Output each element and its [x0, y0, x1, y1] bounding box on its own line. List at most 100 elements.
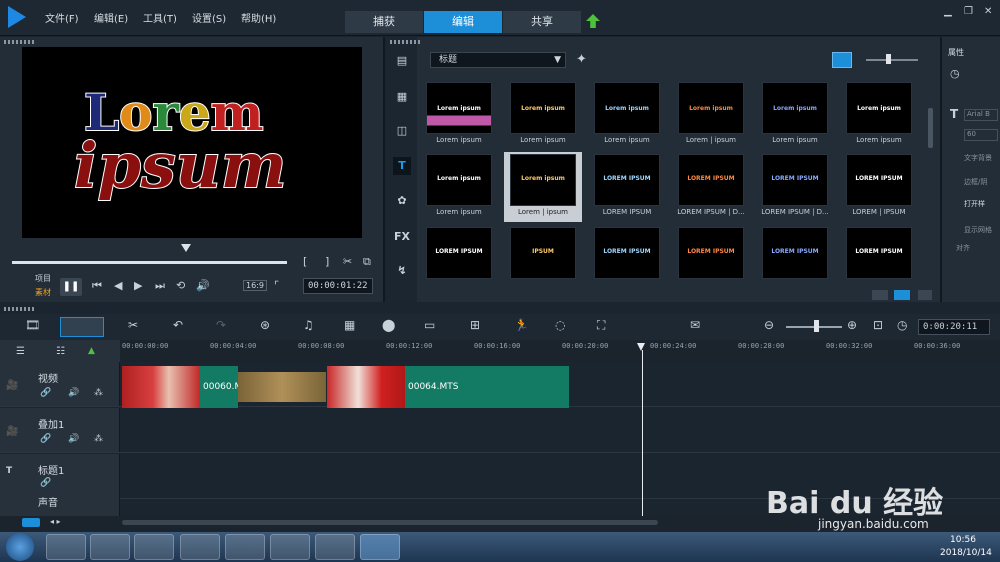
storyboard-view-icon[interactable]: 🎞 [25, 318, 40, 332]
record-capture-icon[interactable]: ⊛ [260, 318, 270, 332]
fit-project-icon[interactable]: ⊡ [873, 318, 883, 332]
multi-camera-icon[interactable]: ⊞ [470, 318, 480, 332]
filter-fx-icon[interactable]: FX [393, 228, 411, 246]
minimize-icon[interactable]: ▁ [944, 6, 952, 17]
track-manager-icon[interactable]: ☰ [16, 346, 25, 357]
library-scrollbar[interactable] [928, 108, 933, 148]
title-preset-thumb[interactable]: Lorem ipsum Lorem ipsum [756, 80, 834, 150]
open-style-option[interactable]: 打开样 [964, 199, 985, 209]
thumb-view-icon[interactable] [832, 52, 852, 68]
title-preset-thumb[interactable]: Lorem ipsum Lorem | ipsum [504, 152, 582, 222]
title-preset-thumb[interactable]: IPSUM [504, 225, 582, 295]
title-preset-thumb[interactable]: Lorem ipsum Lorem ipsum [504, 80, 582, 150]
taskbar-explorer-icon[interactable] [90, 534, 130, 560]
scrubber-handle[interactable] [181, 244, 191, 252]
panel-grip-icon[interactable] [4, 40, 34, 44]
restore-icon[interactable]: ❐ [964, 6, 973, 17]
menu-tools[interactable]: 工具(T) [143, 10, 177, 25]
motion-tracking-icon[interactable]: ⬤ [382, 318, 395, 332]
toolbar-customize-icon[interactable]: ✂ [128, 318, 138, 332]
pause-button[interactable]: ❚❚ [60, 278, 82, 296]
undo-icon[interactable]: ↶ [173, 318, 183, 332]
motion-path-icon[interactable]: ↯ [393, 262, 411, 280]
menu-help[interactable]: 帮助(H) [241, 10, 276, 25]
title-preset-thumb[interactable]: LOREM IPSUM [756, 225, 834, 295]
mode-project[interactable]: 项目 [35, 273, 51, 284]
sound-mixer-icon[interactable]: ♫ [303, 318, 314, 332]
list-view-icon[interactable] [872, 290, 888, 300]
title-preset-thumb[interactable]: Lorem ipsum Lorem ipsum [420, 80, 498, 150]
taskbar-qq-icon[interactable] [134, 534, 174, 560]
taskbar-media-icon[interactable] [225, 534, 265, 560]
link-icon[interactable]: 🔗 [40, 434, 51, 444]
taskbar-browser-icon[interactable] [46, 534, 86, 560]
mark-in-icon[interactable]: [ [303, 255, 307, 268]
transition-clip[interactable] [238, 372, 326, 402]
zoom-in-icon[interactable]: ⊕ [847, 318, 857, 332]
title-preset-thumb[interactable]: Lorem ipsum Lorem ipsum [840, 80, 918, 150]
transition-icon[interactable]: ◫ [393, 122, 411, 140]
border-shadow-option[interactable]: 边框/阴 [964, 177, 987, 187]
start-button[interactable] [6, 533, 34, 561]
taskbar-record-icon[interactable] [315, 534, 355, 560]
track-volume-icon[interactable]: 🔊 [68, 388, 79, 398]
edit-options-icon[interactable] [918, 290, 932, 300]
duration-icon[interactable]: ◷ [950, 67, 960, 80]
crop-icon[interactable]: ⌜ [274, 279, 279, 292]
add-favorite-icon[interactable]: ✦ [576, 52, 587, 67]
ripple-edit-icon[interactable]: ▲ [88, 346, 95, 356]
menu-settings[interactable]: 设置(S) [192, 10, 226, 25]
font-field[interactable]: Arial B [964, 109, 998, 121]
title-icon[interactable]: T [393, 157, 411, 175]
link-icon[interactable]: 🔗 [40, 388, 51, 398]
thumb-size-slider[interactable] [866, 59, 918, 61]
track-grid-icon[interactable]: ⁂ [94, 388, 103, 398]
mode-clip[interactable]: 素材 [35, 287, 51, 298]
redo-icon[interactable]: ↷ [216, 318, 226, 332]
smart-proxy-icon[interactable]: ✉ [690, 318, 700, 332]
mark-out-icon[interactable]: ] [325, 255, 329, 268]
scrubber-track[interactable] [12, 261, 287, 264]
thumb-size-handle[interactable] [886, 54, 891, 64]
taskbar-firefox-icon[interactable] [180, 534, 220, 560]
timeline-view-button[interactable] [60, 317, 104, 337]
video-clip-00064[interactable]: 00064.MTS [405, 366, 569, 408]
title-preset-thumb[interactable]: LOREM IPSUM [588, 225, 666, 295]
mask-creator-icon[interactable]: ◌ [555, 318, 565, 332]
category-dropdown[interactable]: 标题 ▼ [430, 52, 566, 68]
zoom-handle[interactable] [814, 320, 819, 332]
next-frame-icon[interactable]: ▶ [134, 279, 142, 292]
title-preset-thumb[interactable]: LOREM IPSUM LOREM | IPSUM [840, 152, 918, 222]
aspect-ratio-select[interactable]: 16:9 [243, 280, 267, 291]
title-preset-thumb[interactable]: LOREM IPSUM LOREM IPSUM [588, 152, 666, 222]
volume-icon[interactable]: 🔊 [196, 279, 210, 292]
title-preset-thumb[interactable]: LOREM IPSUM LOREM IPSUM | D... [756, 152, 834, 222]
link-icon[interactable]: 🔗 [40, 478, 51, 488]
time-remap-icon[interactable]: 🏃 [514, 318, 529, 332]
media-library-icon[interactable]: ▤ [393, 52, 411, 70]
zoom-preset-icon[interactable] [22, 518, 40, 527]
menu-file[interactable]: 文件(F) [45, 10, 79, 25]
graphic-icon[interactable]: ✿ [393, 192, 411, 210]
title-preset-thumb[interactable]: LOREM IPSUM [840, 225, 918, 295]
title-preset-thumb[interactable]: Lorem ipsum Lorem ipsum [420, 152, 498, 222]
go-start-icon[interactable]: ⏮ [92, 279, 102, 293]
preview-timecode[interactable]: 00:00:01:22 [303, 278, 373, 294]
taskbar-app-icon[interactable] [270, 534, 310, 560]
pan-zoom-icon[interactable]: ⛶ [597, 318, 605, 333]
repeat-icon[interactable]: ⟲ [176, 279, 185, 292]
enlarge-preview-icon[interactable]: ⧉ [363, 255, 371, 269]
zoom-out-icon[interactable]: ⊖ [764, 318, 774, 332]
taskbar-videostudio-icon[interactable] [360, 534, 400, 560]
track-volume-icon[interactable]: 🔊 [68, 434, 79, 444]
split-clip-icon[interactable]: ✂ [343, 255, 352, 268]
tab-edit[interactable]: 编辑 [424, 11, 502, 33]
title-preset-thumb[interactable]: LOREM IPSUM [420, 225, 498, 295]
font-size-field[interactable]: 60 [964, 129, 998, 141]
video-clip-00060[interactable]: 00060.M [200, 366, 238, 408]
title-preset-thumb[interactable]: LOREM IPSUM LOREM IPSUM | D... [672, 152, 750, 222]
subtitle-editor-icon[interactable]: ▭ [424, 318, 435, 332]
auto-music-icon[interactable]: ▦ [344, 318, 355, 332]
title-preset-thumb[interactable]: Lorem ipsum Lorem ipsum [588, 80, 666, 150]
title-preset-thumb[interactable]: Lorem ipsum Lorem | ipsum [672, 80, 750, 150]
